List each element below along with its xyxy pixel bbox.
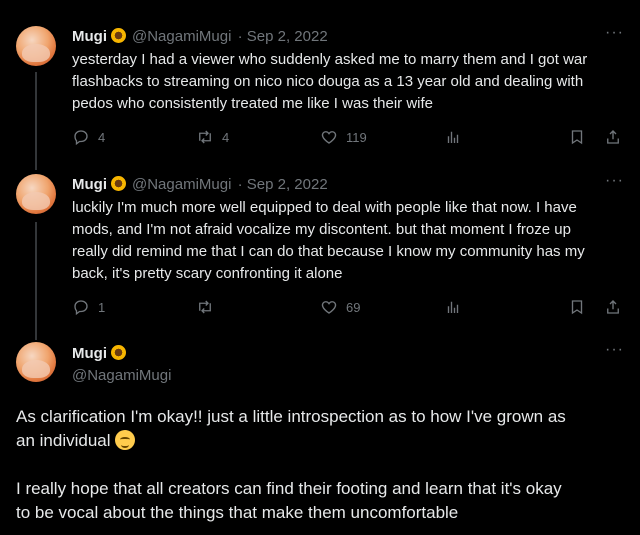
like-button[interactable]: 69	[320, 298, 360, 316]
tweet-text: As clarification I'm okay!! just a littl…	[16, 405, 631, 525]
retweet-icon	[199, 130, 211, 144]
text-line: mods, and I'm not afraid vocalize my dis…	[72, 221, 571, 238]
tweet-actions: 4 4 119	[72, 128, 640, 148]
text-line: really did remind me that I can do that …	[72, 243, 585, 260]
retweet-button[interactable]: 4	[196, 128, 229, 146]
text-line: to be vocal about the things that make t…	[16, 503, 459, 522]
avatar[interactable]	[16, 342, 56, 382]
share-icon	[607, 130, 619, 144]
text-line: flashbacks to streaming on nico nico dou…	[72, 73, 584, 90]
text-span: an individual	[16, 431, 111, 450]
handle[interactable]: @NagamiMugi	[132, 176, 231, 193]
share-button[interactable]	[604, 298, 622, 316]
tweet-text: yesterday I had a viewer who suddenly as…	[72, 49, 632, 115]
text-line: As clarification I'm okay!! just a littl…	[16, 407, 566, 426]
heart-icon	[321, 301, 337, 314]
sunflower-emoji-icon	[111, 28, 126, 43]
handle[interactable]: @NagamiMugi	[132, 28, 231, 45]
reply-button[interactable]: 1	[72, 298, 105, 316]
share-icon	[607, 300, 619, 314]
retweet-icon	[199, 300, 211, 314]
avatar[interactable]	[16, 26, 56, 66]
views-button[interactable]	[444, 128, 462, 146]
retweet-count: 4	[222, 129, 230, 145]
bookmark-icon	[571, 130, 583, 145]
text-line: pedos who consistently treated me like I…	[72, 95, 434, 112]
display-name[interactable]: Mugi	[72, 28, 107, 45]
text-line: I really hope that all creators can find…	[16, 479, 562, 498]
tweet-header: Mugi @NagamiMugi · Sep 2, 2022	[72, 28, 328, 45]
sunflower-emoji-icon	[111, 345, 126, 360]
reply-button[interactable]: 4	[72, 128, 105, 146]
share-button[interactable]	[604, 128, 622, 146]
tweet-header: Mugi @NagamiMugi · Sep 2, 2022	[72, 176, 328, 193]
more-options-icon[interactable]: ···	[605, 24, 624, 42]
reply-count: 1	[98, 299, 106, 315]
timestamp[interactable]: · Sep 2, 2022	[238, 176, 328, 193]
tweet-text: luckily I'm much more well equipped to d…	[72, 197, 632, 285]
tweet-actions: 1 69	[72, 298, 640, 318]
more-options-icon[interactable]: ···	[605, 341, 624, 359]
display-name[interactable]: Mugi	[72, 345, 107, 362]
relieved-face-emoji-icon	[114, 430, 135, 450]
like-button[interactable]: 119	[320, 128, 367, 146]
more-options-icon[interactable]: ···	[605, 172, 624, 190]
views-button[interactable]	[444, 298, 462, 316]
text-line: yesterday I had a viewer who suddenly as…	[72, 51, 588, 68]
thread-connector	[35, 222, 37, 340]
reply-icon	[74, 130, 88, 146]
views-icon	[447, 131, 459, 143]
bookmark-icon	[571, 300, 583, 315]
bookmark-button[interactable]	[568, 298, 586, 316]
views-icon	[447, 301, 459, 313]
reply-icon	[74, 300, 88, 316]
display-name[interactable]: Mugi	[72, 176, 107, 193]
thread-connector	[35, 72, 37, 170]
retweet-button[interactable]	[196, 298, 214, 316]
sunflower-emoji-icon	[111, 176, 126, 191]
tweet-header: Mugi	[72, 345, 126, 362]
heart-icon	[321, 131, 337, 144]
text-line-with-emoji: an individual	[16, 429, 631, 453]
text-line: luckily I'm much more well equipped to d…	[72, 199, 577, 216]
timestamp[interactable]: · Sep 2, 2022	[238, 28, 328, 45]
text-line: back, it's pretty scary confronting it a…	[72, 265, 343, 282]
handle[interactable]: @NagamiMugi	[72, 367, 171, 384]
like-count: 119	[346, 129, 367, 145]
avatar[interactable]	[16, 174, 56, 214]
reply-count: 4	[98, 129, 106, 145]
like-count: 69	[346, 299, 361, 315]
bookmark-button[interactable]	[568, 128, 586, 146]
